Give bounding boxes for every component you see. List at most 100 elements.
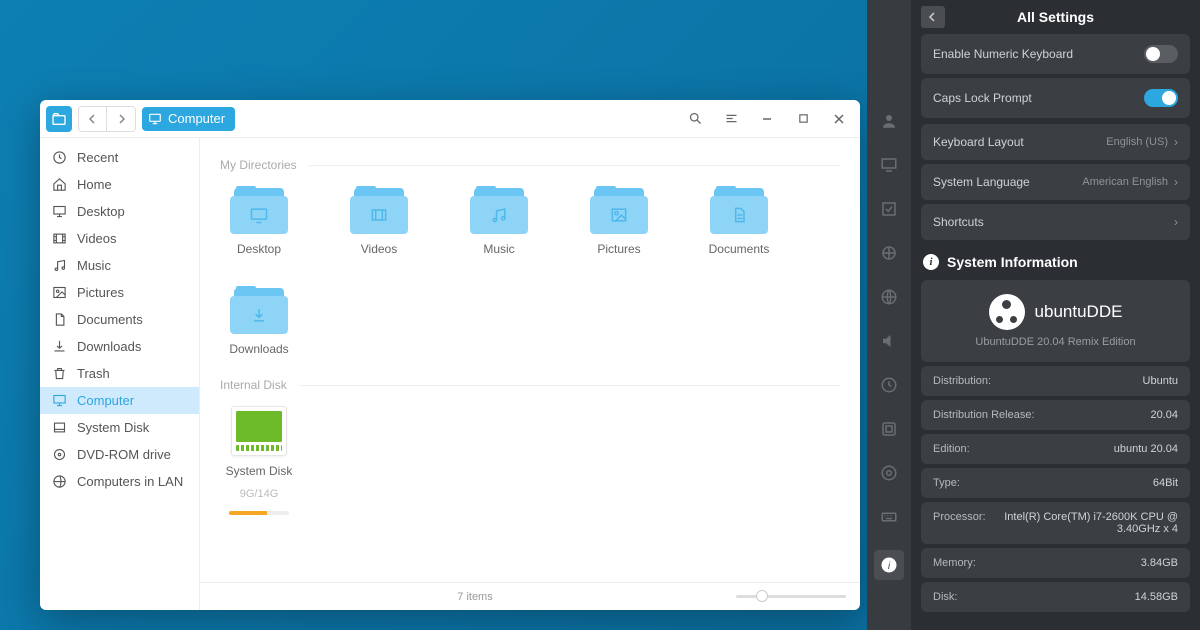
sysinfo-edition-: Edition:ubuntu 20.04	[921, 434, 1190, 464]
disk-system-disk[interactable]: System Disk 9G/14G	[220, 406, 298, 515]
sidebar-item-videos[interactable]: Videos	[40, 225, 199, 252]
settings-title: All Settings	[911, 9, 1200, 25]
folder-downloads[interactable]: Downloads	[220, 286, 298, 356]
folder-music[interactable]: Music	[460, 186, 538, 256]
file-manager-logo-icon	[46, 106, 72, 132]
setting-label: Caps Lock Prompt	[933, 91, 1144, 105]
file-manager-titlebar: Computer	[40, 100, 860, 138]
rail-time-icon[interactable]	[878, 374, 900, 396]
disk-icon	[52, 420, 67, 435]
settings-panel: i All Settings Enable Numeric Keyboard Ca…	[867, 0, 1200, 630]
brand-name: ubuntuDDE	[1035, 302, 1123, 322]
sysinfo-key: Memory:	[933, 557, 976, 569]
minimize-button[interactable]	[752, 104, 782, 134]
rail-mouse-icon[interactable]	[878, 462, 900, 484]
sidebar-item-dvd-rom-drive[interactable]: DVD-ROM drive	[40, 441, 199, 468]
computer-icon	[52, 393, 67, 408]
zoom-slider[interactable]	[736, 595, 846, 598]
sidebar-item-home[interactable]: Home	[40, 171, 199, 198]
rail-account-icon[interactable]	[878, 110, 900, 132]
folder-pictures[interactable]: Pictures	[580, 186, 658, 256]
sysinfo-key: Distribution Release:	[933, 409, 1035, 421]
rail-network-icon[interactable]	[878, 286, 900, 308]
rail-display-icon[interactable]	[878, 154, 900, 176]
location-chip[interactable]: Computer	[142, 107, 235, 131]
chevron-right-icon: ›	[1174, 135, 1178, 149]
sidebar-item-trash[interactable]: Trash	[40, 360, 199, 387]
sidebar-item-downloads[interactable]: Downloads	[40, 333, 199, 360]
nav-buttons	[78, 106, 136, 132]
folder-label: Pictures	[597, 242, 640, 256]
nav-back-button[interactable]	[79, 107, 107, 131]
sidebar-item-computers-in-lan[interactable]: Computers in LAN	[40, 468, 199, 495]
toggle-switch[interactable]	[1144, 45, 1178, 63]
rail-power-icon[interactable]	[878, 418, 900, 440]
sidebar-item-recent[interactable]: Recent	[40, 144, 199, 171]
search-icon	[688, 111, 703, 126]
folder-label: Desktop	[237, 242, 281, 256]
maximize-icon	[798, 113, 809, 124]
sysinfo-distribution-release-: Distribution Release: 20.04	[921, 400, 1190, 430]
sysinfo-value: ubuntu 20.04	[980, 443, 1178, 455]
sidebar-item-label: Music	[77, 258, 111, 273]
rail-personalization-icon[interactable]	[878, 242, 900, 264]
rail-default-apps-icon[interactable]	[878, 198, 900, 220]
folder-icon	[230, 286, 288, 334]
setting-label: Shortcuts	[933, 215, 1174, 229]
brand-subtitle: UbuntuDDE 20.04 Remix Edition	[933, 336, 1178, 348]
setting-enable-numeric-keyboard[interactable]: Enable Numeric Keyboard	[921, 34, 1190, 74]
setting-value: American English	[1082, 176, 1168, 188]
close-button[interactable]	[824, 104, 854, 134]
search-button[interactable]	[680, 104, 710, 134]
home-icon	[52, 177, 67, 192]
sidebar-item-computer[interactable]: Computer	[40, 387, 199, 414]
document-icon	[52, 312, 67, 327]
setting-keyboard-layout[interactable]: Keyboard LayoutEnglish (US)›	[921, 124, 1190, 160]
settings-category-rail: i	[867, 0, 911, 630]
disk-size: 9G/14G	[240, 488, 279, 500]
sidebar-item-label: Computers in LAN	[77, 474, 183, 489]
toggle-switch[interactable]	[1144, 89, 1178, 107]
maximize-button[interactable]	[788, 104, 818, 134]
sidebar-item-label: DVD-ROM drive	[77, 447, 171, 462]
sysinfo-key: Disk:	[933, 591, 957, 603]
desktop-icon	[52, 204, 67, 219]
download-icon	[52, 339, 67, 354]
rail-sound-icon[interactable]	[878, 330, 900, 352]
sysinfo-type-: Type:64Bit	[921, 468, 1190, 498]
system-information-heading: i System Information	[911, 240, 1200, 280]
sysinfo-disk-: Disk:14.58GB	[921, 582, 1190, 612]
sidebar-item-label: Home	[77, 177, 112, 192]
system-brand-card: ubuntuDDE UbuntuDDE 20.04 Remix Edition	[921, 280, 1190, 362]
sysinfo-key: Type:	[933, 477, 960, 489]
view-options-button[interactable]	[716, 104, 746, 134]
setting-caps-lock-prompt[interactable]: Caps Lock Prompt	[921, 78, 1190, 118]
folder-videos[interactable]: Videos	[340, 186, 418, 256]
dvd-icon	[52, 447, 67, 462]
info-icon: i	[923, 254, 939, 270]
sidebar-item-pictures[interactable]: Pictures	[40, 279, 199, 306]
picture-icon	[52, 285, 67, 300]
sysinfo-value: 20.04	[1045, 409, 1179, 421]
sidebar-item-label: Videos	[77, 231, 117, 246]
rail-keyboard-icon[interactable]	[878, 506, 900, 528]
disk-label: System Disk	[226, 464, 293, 478]
setting-label: Enable Numeric Keyboard	[933, 47, 1144, 61]
setting-system-language[interactable]: System LanguageAmerican English›	[921, 164, 1190, 200]
sidebar-item-desktop[interactable]: Desktop	[40, 198, 199, 225]
ubuntudde-logo-icon	[989, 294, 1025, 330]
settings-header: All Settings	[911, 0, 1200, 34]
sidebar-item-music[interactable]: Music	[40, 252, 199, 279]
folder-desktop[interactable]: Desktop	[220, 186, 298, 256]
file-manager-statusbar: 7 items	[200, 582, 860, 610]
nav-forward-button[interactable]	[107, 107, 135, 131]
settings-back-button[interactable]	[921, 6, 945, 28]
folder-icon	[470, 186, 528, 234]
sidebar-item-documents[interactable]: Documents	[40, 306, 199, 333]
folder-documents[interactable]: Documents	[700, 186, 778, 256]
setting-shortcuts[interactable]: Shortcuts›	[921, 204, 1190, 240]
sidebar-item-system-disk[interactable]: System Disk	[40, 414, 199, 441]
item-count: 7 items	[214, 591, 736, 603]
setting-label: Keyboard Layout	[933, 135, 1106, 149]
rail-systeminfo-icon[interactable]: i	[874, 550, 904, 580]
